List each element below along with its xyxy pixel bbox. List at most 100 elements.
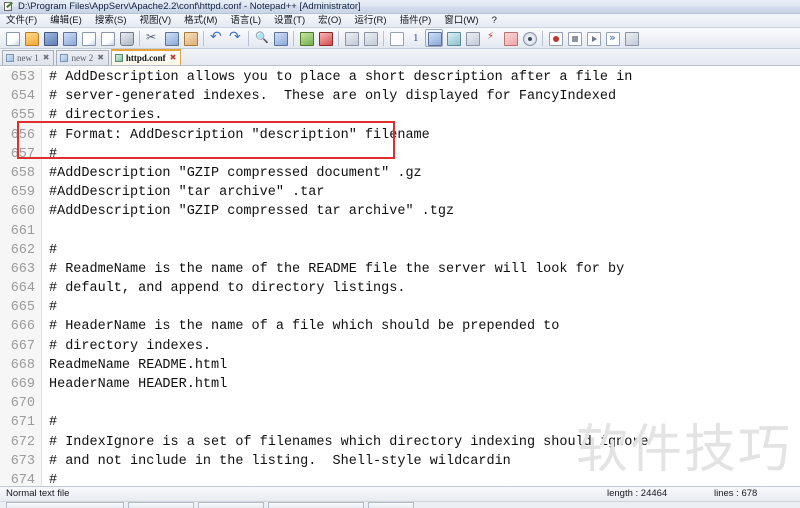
word-wrap-button[interactable] (387, 29, 405, 47)
paste-button[interactable] (181, 29, 199, 47)
editor-line[interactable]: 653 # AddDescription allows you to place … (0, 68, 800, 88)
tab-new-1[interactable]: new 1 ✖ (2, 50, 55, 65)
undo-button[interactable] (207, 29, 225, 47)
run-macro-multiple-button[interactable] (603, 29, 621, 47)
editor-line[interactable]: 655 # directories. (0, 106, 800, 126)
zoom-in-button[interactable] (297, 29, 315, 47)
close-file-button[interactable] (79, 29, 97, 47)
show-all-chars-button[interactable] (406, 29, 424, 47)
menu-format[interactable]: 格式(M) (184, 14, 217, 27)
redo-button[interactable] (226, 29, 244, 47)
menu-help[interactable]: ? (492, 14, 497, 27)
find-button[interactable] (252, 29, 270, 47)
sync-vertical-scroll-button[interactable] (342, 29, 360, 47)
close-all-files-button[interactable] (98, 29, 116, 47)
sync-horizontal-scroll-button[interactable] (361, 29, 379, 47)
editor-line[interactable]: 665 # (0, 298, 800, 318)
editor-area[interactable]: 653 # AddDescription allows you to place … (0, 66, 800, 486)
close-icon[interactable]: ✖ (43, 54, 50, 62)
new-file-button[interactable] (3, 29, 21, 47)
line-text[interactable]: #AddDescription "GZIP compressed documen… (42, 164, 800, 183)
editor-line[interactable]: 672 # IndexIgnore is a set of filenames w… (0, 432, 800, 452)
line-text[interactable]: #AddDescription "GZIP compressed tar arc… (42, 202, 800, 221)
line-text[interactable] (42, 222, 800, 241)
macro-record-button[interactable] (482, 29, 500, 47)
menu-run[interactable]: 运行(R) (354, 14, 386, 27)
editor-line[interactable]: 666 # HeaderName is the name of a file wh… (0, 317, 800, 337)
line-text[interactable]: # directories. (42, 106, 800, 125)
zoom-out-button[interactable] (316, 29, 334, 47)
editor-line[interactable]: 657 # (0, 144, 800, 164)
record-macro-button[interactable] (546, 29, 564, 47)
taskbar-item-2[interactable] (128, 502, 194, 508)
line-text[interactable]: # (42, 298, 800, 317)
editor-line[interactable]: 671 # (0, 413, 800, 433)
menu-edit[interactable]: 编辑(E) (50, 14, 82, 27)
save-macro-button[interactable] (622, 29, 640, 47)
menu-macro[interactable]: 宏(O) (318, 14, 341, 27)
menu-settings[interactable]: 设置(T) (274, 14, 305, 27)
indent-guide-button[interactable] (425, 29, 443, 47)
line-text[interactable]: # default, and append to directory listi… (42, 279, 800, 298)
user-defined-dialog-button[interactable] (444, 29, 462, 47)
editor-line[interactable]: 663 # ReadmeName is the name of the READM… (0, 259, 800, 280)
taskbar-item-3[interactable] (198, 502, 264, 508)
line-text[interactable]: # server-generated indexes. These are on… (42, 87, 800, 106)
editor-line[interactable]: 659 #AddDescription "tar archive" .tar (0, 183, 800, 203)
menu-plugins[interactable]: 插件(P) (400, 14, 432, 27)
line-text[interactable]: HeaderName HEADER.html (42, 375, 800, 394)
cut-button[interactable] (143, 29, 161, 47)
editor-line[interactable]: 661 (0, 221, 800, 241)
editor-line[interactable]: 660 #AddDescription "GZIP compressed tar … (0, 202, 800, 222)
editor-line[interactable]: 670 (0, 394, 800, 414)
editor-line[interactable]: 669 HeaderName HEADER.html (0, 375, 800, 395)
line-text[interactable]: # (42, 413, 800, 432)
taskbar-item-4[interactable] (268, 502, 364, 508)
line-text[interactable]: # (42, 241, 800, 260)
line-text[interactable]: # directory indexes. (42, 337, 800, 356)
menu-language[interactable]: 语言(L) (230, 14, 261, 27)
open-file-button[interactable] (22, 29, 40, 47)
editor-line[interactable]: 654 # server-generated indexes. These are… (0, 87, 800, 107)
line-text[interactable]: # IndexIgnore is a set of filenames whic… (42, 433, 800, 452)
menu-search[interactable]: 搜索(S) (95, 14, 127, 27)
save-all-button[interactable] (60, 29, 78, 47)
close-icon[interactable]: ✖ (170, 54, 177, 62)
folder-as-workspace-button[interactable] (520, 29, 538, 47)
menu-view[interactable]: 视图(V) (139, 14, 171, 27)
play-macro-button[interactable] (584, 29, 602, 47)
line-text[interactable]: # (42, 145, 800, 164)
editor-line[interactable]: 668 ReadmeName README.html (0, 355, 800, 375)
editor-line[interactable]: 662 # (0, 240, 800, 260)
code-editor[interactable]: 653 # AddDescription allows you to place … (0, 66, 800, 486)
line-text[interactable]: # HeaderName is the name of a file which… (42, 317, 800, 336)
replace-button[interactable] (271, 29, 289, 47)
document-map-button[interactable] (463, 29, 481, 47)
line-text[interactable] (42, 394, 800, 413)
taskbar-item-5[interactable] (368, 502, 414, 508)
line-text[interactable]: ReadmeName README.html (42, 356, 800, 375)
editor-line[interactable]: 674 # (0, 470, 800, 486)
close-icon[interactable]: ✖ (97, 54, 104, 62)
line-text[interactable]: # ReadmeName is the name of the README f… (42, 260, 800, 279)
editor-line[interactable]: 664 # default, and append to directory li… (0, 279, 800, 299)
editor-line[interactable]: 656 # Format: AddDescription "description… (0, 125, 800, 145)
line-text[interactable]: #AddDescription "tar archive" .tar (42, 183, 800, 202)
function-list-button[interactable] (501, 29, 519, 47)
editor-line[interactable]: 667 # directory indexes. (0, 336, 800, 356)
line-text[interactable]: # AddDescription allows you to place a s… (42, 68, 800, 87)
copy-button[interactable] (162, 29, 180, 47)
menu-file[interactable]: 文件(F) (6, 14, 37, 27)
save-button[interactable] (41, 29, 59, 47)
menu-window[interactable]: 窗口(W) (444, 14, 478, 27)
tab-new-2[interactable]: new 2 ✖ (56, 50, 109, 65)
line-text[interactable]: # (42, 471, 800, 486)
line-text[interactable]: # Format: AddDescription "description" f… (42, 126, 800, 145)
line-text[interactable]: # and not include in the listing. Shell-… (42, 452, 800, 471)
stop-macro-button[interactable] (565, 29, 583, 47)
tab-httpd-conf[interactable]: httpd.conf ✖ (110, 49, 182, 65)
editor-line[interactable]: 673 # and not include in the listing. She… (0, 451, 800, 471)
taskbar-item-1[interactable] (6, 502, 124, 508)
print-button[interactable] (117, 29, 135, 47)
editor-line[interactable]: 658 #AddDescription "GZIP compressed docu… (0, 163, 800, 184)
